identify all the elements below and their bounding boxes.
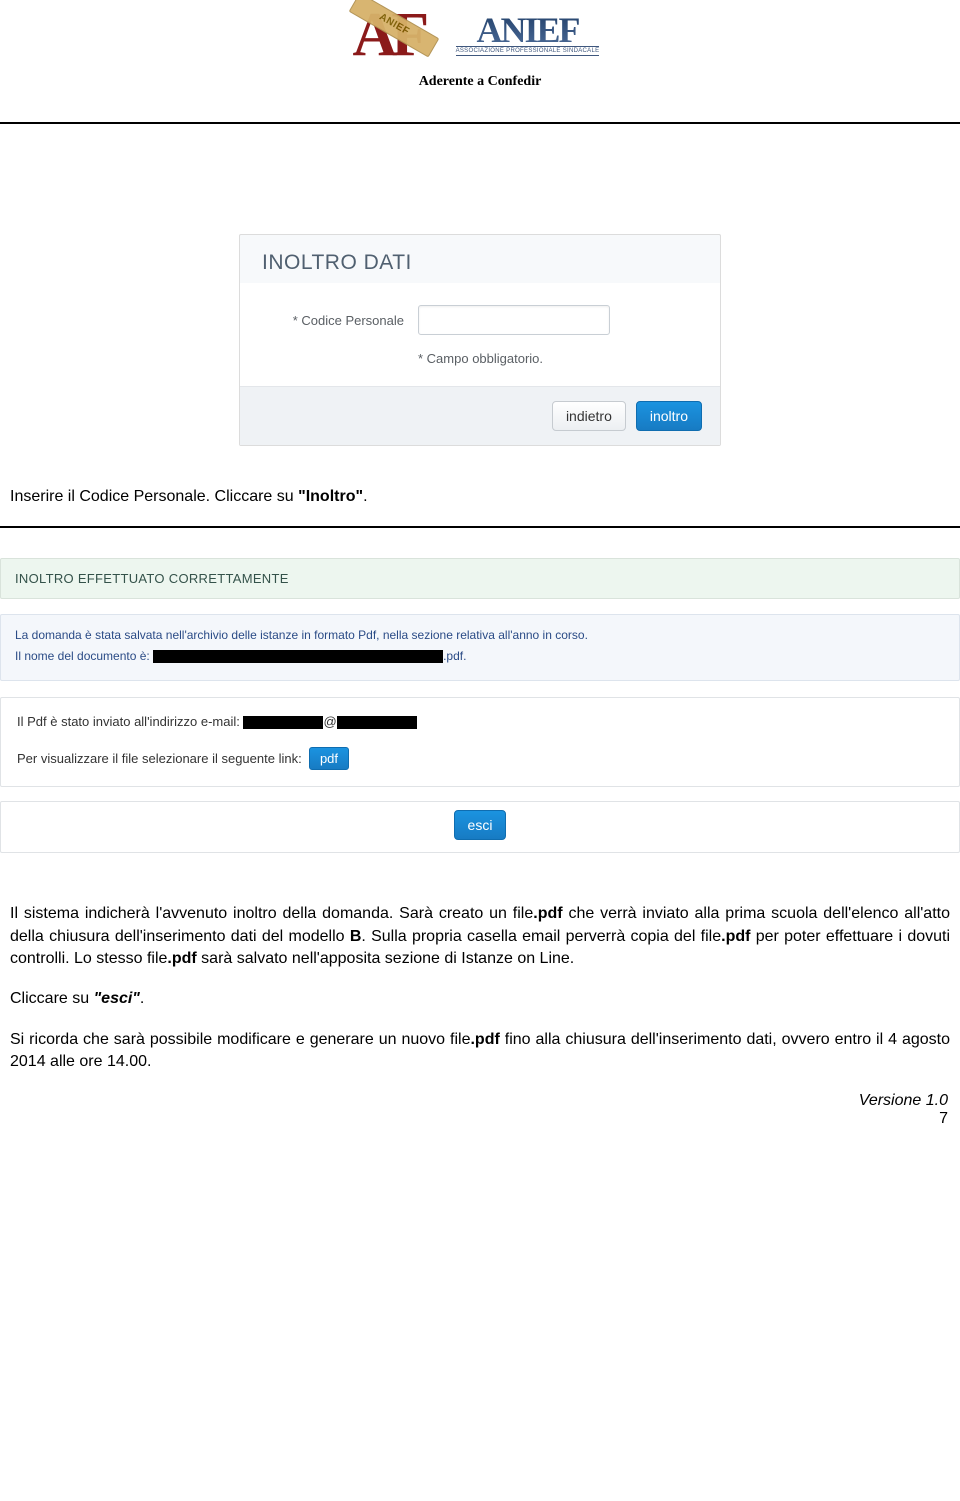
redacted-email-domain [337, 716, 417, 729]
instruction-1: Inserire il Codice Personale. Cliccare s… [0, 486, 960, 508]
inoltro-dati-panel: INOLTRO DATI * Codice Personale * Campo … [239, 234, 721, 446]
redacted-email-user [243, 716, 323, 729]
logo-anief-icon: ANIEF ASSOCIAZIONE PROFESSIONALE SINDACA… [448, 12, 608, 56]
codice-personale-label: * Codice Personale [264, 313, 404, 328]
inoltro-button[interactable]: inoltro [636, 401, 702, 431]
divider [0, 526, 960, 528]
panel-title: INOLTRO DATI [240, 235, 720, 283]
page-footer: Versione 1.0 7 [0, 1092, 960, 1128]
pdf-link-button[interactable]: pdf [309, 747, 349, 770]
page: AF ANIEF ANIEF ASSOCIAZIONE PROFESSIONAL… [0, 0, 960, 1158]
exit-panel: esci [0, 801, 960, 853]
header-logos: AF ANIEF ANIEF ASSOCIAZIONE PROFESSIONAL… [0, 0, 960, 64]
divider [0, 122, 960, 124]
subheader: Aderente a Confedir [0, 74, 960, 90]
required-note: * Campo obbligatorio. [418, 351, 696, 366]
version-label: Versione 1.0 [859, 1092, 948, 1110]
codice-personale-input[interactable] [418, 305, 610, 335]
email-pdf-panel: Il Pdf è stato inviato all'indirizzo e-m… [0, 697, 960, 787]
indietro-button[interactable]: indietro [552, 401, 626, 431]
archive-message: La domanda è stata salvata nell'archivio… [0, 614, 960, 681]
page-number: 7 [939, 1110, 948, 1128]
body-paragraphs: Il sistema indicherà l'avvenuto inoltro … [0, 903, 960, 1073]
esci-button[interactable]: esci [454, 810, 507, 840]
logo-af-icon: AF ANIEF [353, 4, 428, 64]
success-bar: INOLTRO EFFETTUATO CORRETTAMENTE [0, 558, 960, 599]
redacted-filename [153, 650, 443, 663]
